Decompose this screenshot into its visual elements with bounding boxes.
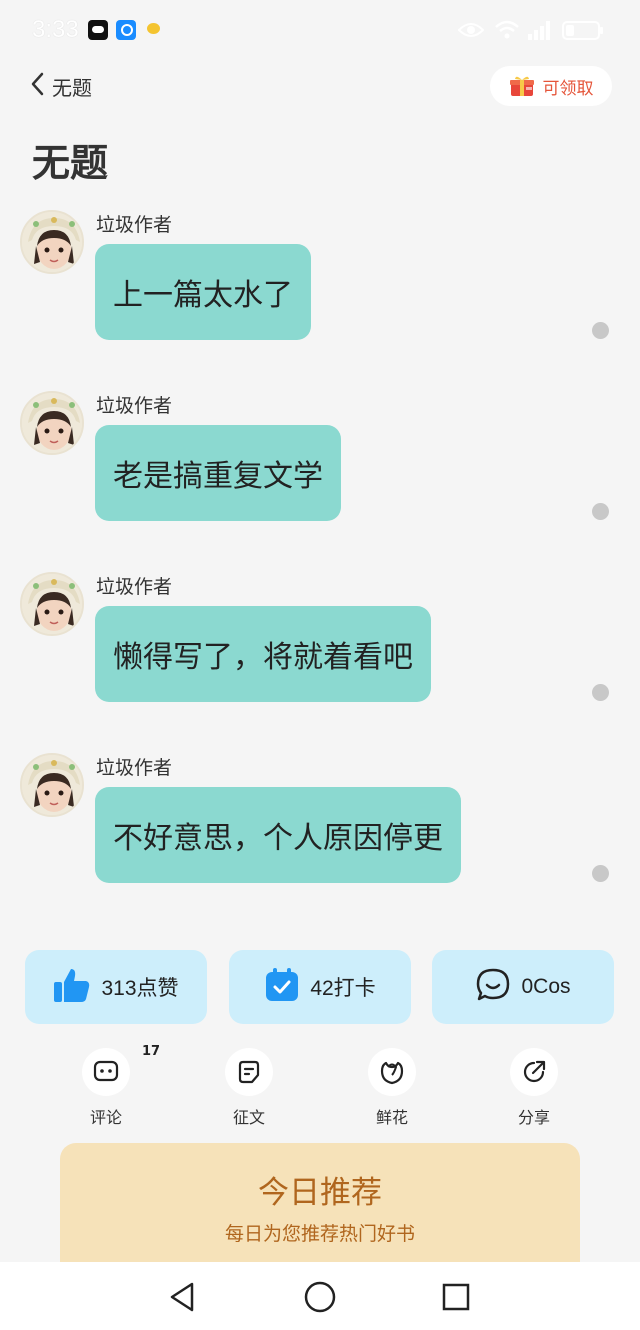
reward-claim-button[interactable]: 可领取 bbox=[490, 66, 612, 106]
wifi-icon bbox=[494, 16, 520, 44]
nav-home-button[interactable] bbox=[303, 1280, 337, 1314]
message-bubble[interactable]: 老是搞重复文学 bbox=[95, 425, 341, 521]
message-author: 垃圾作者 bbox=[96, 214, 173, 236]
status-bar: 3:33 bbox=[0, 0, 640, 60]
message-text: 老是搞重复文学 bbox=[113, 459, 323, 494]
recommendation-subtitle: 每日为您推荐热门好书 bbox=[224, 1223, 415, 1245]
avatar[interactable] bbox=[20, 572, 84, 636]
chat-bubble-icon bbox=[475, 967, 511, 1007]
flower-button[interactable]: 鲜花 bbox=[357, 1048, 427, 1128]
header-title: 无题 bbox=[52, 75, 92, 100]
triangle-back-icon bbox=[170, 1282, 194, 1312]
nav-recents-button[interactable] bbox=[439, 1280, 473, 1314]
comment-label: 评论 bbox=[89, 1108, 122, 1127]
message-author: 垃圾作者 bbox=[96, 576, 173, 598]
message-bubble[interactable]: 不好意思，个人原因停更 bbox=[95, 787, 461, 883]
share-button[interactable]: 分享 bbox=[499, 1048, 569, 1128]
message-status-dot bbox=[592, 865, 609, 882]
search-app-notification-icon bbox=[116, 20, 136, 40]
status-time: 3:33 bbox=[32, 16, 79, 43]
message-text: 懒得写了，将就着看吧 bbox=[113, 640, 413, 675]
gift-icon bbox=[509, 75, 535, 97]
message-text: 不好意思，个人原因停更 bbox=[113, 821, 443, 856]
essay-label: 征文 bbox=[232, 1108, 265, 1127]
reward-label: 可领取 bbox=[542, 78, 594, 99]
square-recents-icon bbox=[442, 1283, 470, 1311]
back-button[interactable]: 无题 bbox=[30, 70, 92, 102]
avatar[interactable] bbox=[20, 391, 84, 455]
share-label: 分享 bbox=[517, 1108, 550, 1127]
message-status-dot bbox=[592, 322, 609, 339]
system-navigation-bar bbox=[0, 1262, 640, 1330]
message-author: 垃圾作者 bbox=[96, 395, 173, 417]
like-button[interactable]: 313点赞 bbox=[25, 950, 207, 1024]
share-icon bbox=[510, 1048, 558, 1096]
like-count: 313点赞 bbox=[101, 977, 179, 1000]
message-author: 垃圾作者 bbox=[96, 757, 173, 779]
comment-count-badge: 17 bbox=[142, 1044, 161, 1059]
battery-icon bbox=[562, 16, 604, 44]
message-status-dot bbox=[592, 684, 609, 701]
app-notification-icon bbox=[88, 20, 108, 40]
essay-button[interactable]: 征文 bbox=[214, 1048, 284, 1128]
avatar[interactable] bbox=[20, 753, 84, 817]
app-notification-icon bbox=[144, 20, 164, 40]
circle-home-icon bbox=[304, 1281, 336, 1313]
cos-count: 0Cos bbox=[521, 975, 571, 998]
nav-back-button[interactable] bbox=[166, 1280, 200, 1314]
calendar-check-icon bbox=[264, 967, 300, 1007]
avatar[interactable] bbox=[20, 210, 84, 274]
flower-icon bbox=[368, 1048, 416, 1096]
chevron-left-icon bbox=[30, 72, 44, 100]
message-status-dot bbox=[592, 503, 609, 520]
message-text: 上一篇太水了 bbox=[113, 278, 293, 313]
page-title: 无题 bbox=[32, 141, 109, 185]
cos-button[interactable]: 0Cos bbox=[432, 950, 614, 1024]
checkin-button[interactable]: 42打卡 bbox=[229, 950, 411, 1024]
comment-button[interactable]: 评论 bbox=[71, 1048, 141, 1128]
message-bubble[interactable]: 上一篇太水了 bbox=[95, 244, 311, 340]
daily-recommendation-card[interactable]: 今日推荐 每日为您推荐热门好书 bbox=[60, 1143, 580, 1273]
message-bubble[interactable]: 懒得写了，将就着看吧 bbox=[95, 606, 431, 702]
comment-icon bbox=[82, 1048, 130, 1096]
eye-icon bbox=[458, 16, 484, 44]
document-icon bbox=[225, 1048, 273, 1096]
thumbs-up-icon bbox=[53, 967, 91, 1007]
checkin-count: 42打卡 bbox=[310, 977, 376, 1000]
recommendation-title: 今日推荐 bbox=[258, 1175, 382, 1211]
signal-icon bbox=[526, 16, 554, 44]
flower-label: 鲜花 bbox=[375, 1108, 408, 1127]
